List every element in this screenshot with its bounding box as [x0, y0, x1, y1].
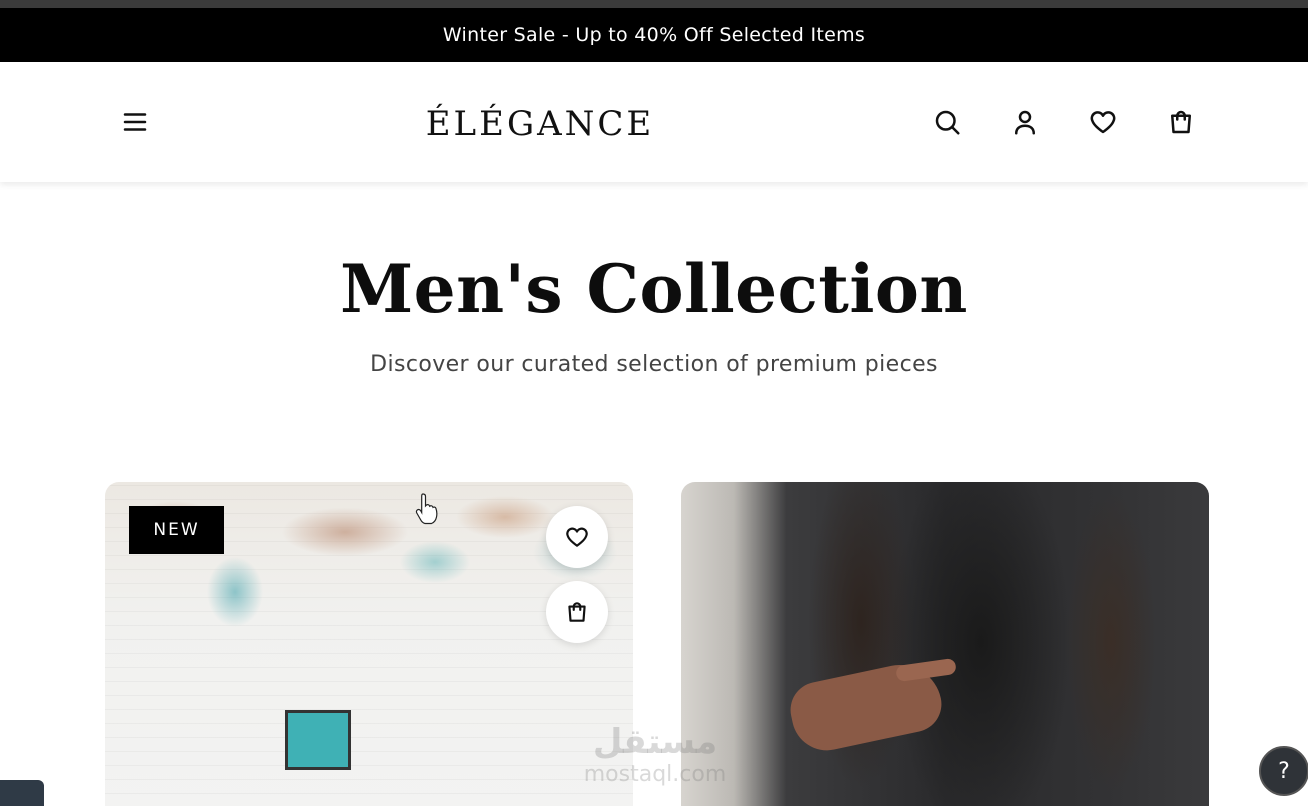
page-subtitle: Discover our curated selection of premiu…: [370, 352, 938, 377]
site-logo[interactable]: ÉLÉGANCE: [404, 98, 676, 150]
add-to-cart-button[interactable]: [546, 581, 608, 643]
heart-icon: [566, 527, 588, 547]
side-panel-tab[interactable]: [0, 780, 44, 806]
announcement-bar: Winter Sale - Up to 40% Off Selected Ite…: [0, 8, 1308, 62]
menu-button[interactable]: [115, 102, 155, 142]
watermark-arabic: مستقل: [592, 722, 718, 762]
search-icon: [935, 110, 960, 135]
shopping-bag-icon: [1171, 110, 1191, 134]
help-button[interactable]: ?: [1259, 746, 1308, 796]
menu-icon: [123, 113, 147, 131]
pointer-cursor-icon: [415, 493, 438, 525]
announcement-text: Winter Sale - Up to 40% Off Selected Ite…: [442, 24, 866, 46]
product-card[interactable]: [681, 482, 1209, 806]
watermark: مستقل mostaql.com: [560, 722, 750, 792]
search-button[interactable]: [927, 102, 967, 142]
wishlist-button[interactable]: [1083, 102, 1123, 142]
add-to-wishlist-button[interactable]: [546, 506, 608, 568]
shopping-bag-icon: [568, 602, 586, 622]
cart-button[interactable]: [1161, 102, 1201, 142]
product-card[interactable]: NEW: [105, 482, 633, 806]
watermark-latin: mostaql.com: [583, 762, 727, 787]
site-header: ÉLÉGANCE: [0, 62, 1308, 182]
account-button[interactable]: [1005, 102, 1045, 142]
browser-top-strip: [0, 0, 1308, 8]
user-icon: [1015, 110, 1035, 135]
new-badge: NEW: [129, 506, 224, 554]
heart-icon: [1090, 111, 1116, 134]
page-title: Men's Collection: [340, 250, 968, 328]
product-image-detail: [285, 710, 351, 770]
